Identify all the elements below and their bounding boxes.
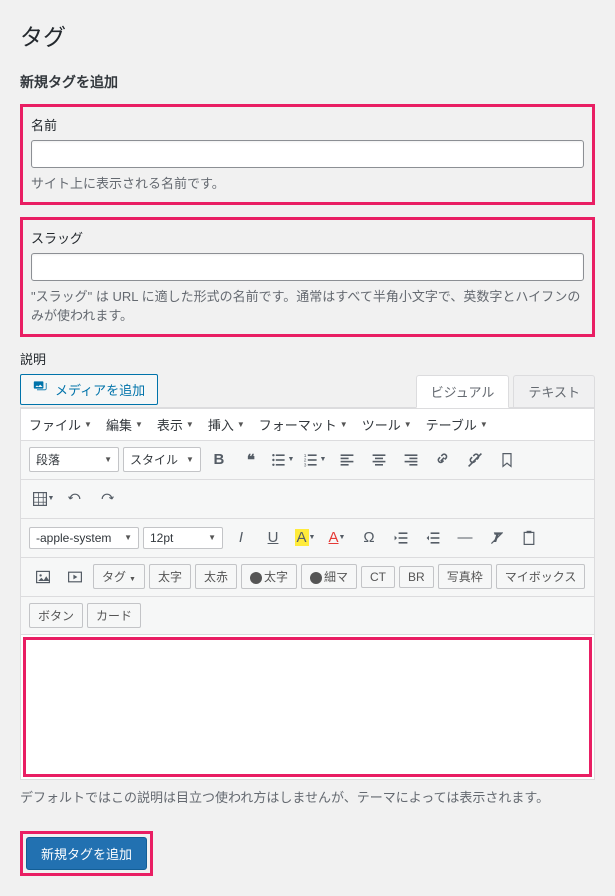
font-size-select[interactable]: 12pt [143, 527, 223, 549]
menu-tools[interactable]: ツール [362, 415, 412, 434]
ct-button[interactable]: CT [361, 566, 395, 588]
submit-button[interactable]: 新規タグを追加 [26, 837, 147, 870]
video-button[interactable] [61, 564, 89, 590]
bullet-list-button[interactable]: ▼ [269, 447, 297, 473]
toolbar-row-5: ボタン カード [21, 597, 594, 635]
red-bold-button[interactable]: 太赤 [195, 564, 237, 589]
bold-jp-button[interactable]: 太字 [149, 564, 191, 589]
card-button[interactable]: カード [87, 603, 141, 628]
clear-format-button[interactable] [483, 525, 511, 551]
menu-table[interactable]: テーブル [426, 415, 488, 434]
menu-view[interactable]: 表示 [157, 415, 194, 434]
undo-button[interactable] [61, 486, 89, 512]
tag-dropdown[interactable]: タグ [93, 564, 145, 589]
page-title: タグ [20, 18, 595, 52]
hr-button[interactable]: — [451, 525, 479, 551]
slug-desc: "スラッグ" は URL に適した形式の名前です。通常はすべて半角小文字で、英数… [31, 287, 584, 326]
mybox-button[interactable]: マイボックス [496, 564, 586, 589]
link-button[interactable] [429, 447, 457, 473]
slug-input[interactable] [31, 253, 584, 281]
menu-file[interactable]: ファイル [29, 415, 92, 434]
menu-edit[interactable]: 編集 [106, 415, 143, 434]
textcolor-button[interactable]: A▼ [323, 525, 351, 551]
bgcolor-button[interactable]: A▼ [291, 525, 319, 551]
add-media-button[interactable]: メディアを追加 [20, 374, 158, 405]
bold-button[interactable]: B [205, 447, 233, 473]
name-desc: サイト上に表示される名前です。 [31, 174, 584, 194]
form-title: 新規タグを追加 [20, 72, 595, 92]
tab-visual[interactable]: ビジュアル [416, 375, 510, 408]
submit-highlight: 新規タグを追加 [20, 831, 153, 876]
align-right-button[interactable] [397, 447, 425, 473]
photo-frame-button[interactable]: 写真枠 [438, 564, 492, 589]
editor-menubar: ファイル 編集 表示 挿入 フォーマット ツール テーブル [21, 409, 594, 441]
tab-text[interactable]: テキスト [513, 375, 595, 407]
br-button[interactable]: BR [399, 566, 434, 588]
svg-text:3: 3 [304, 462, 307, 468]
description-textarea[interactable] [23, 637, 592, 777]
toolbar-row-4: タグ 太字 太赤 太字 細マ CT BR 写真枠 マイボックス [21, 558, 594, 597]
toolbar-row-1: 段落 スタイル B ❝ ▼ 123 ▼ [21, 441, 594, 480]
numbered-list-button[interactable]: 123 ▼ [301, 447, 329, 473]
menu-insert[interactable]: 挿入 [208, 415, 245, 434]
bookmark-button[interactable] [493, 447, 521, 473]
image-button[interactable] [29, 564, 57, 590]
indent-button[interactable] [419, 525, 447, 551]
font-family-select[interactable]: -apple-system [29, 527, 139, 549]
description-field-group: 説明 メディアを追加 ビジュアル テキスト ファイル 編集 表示 挿入 フォーマ… [20, 349, 595, 808]
quote-button[interactable]: ❝ [237, 447, 265, 473]
align-center-button[interactable] [365, 447, 393, 473]
style-select[interactable]: スタイル [123, 447, 201, 472]
redo-button[interactable] [93, 486, 121, 512]
paste-button[interactable] [515, 525, 543, 551]
toolbar-row-2: ▼ [21, 480, 594, 519]
slug-field-group: スラッグ "スラッグ" は URL に適した形式の名前です。通常はすべて半角小文… [20, 217, 595, 337]
description-label: 説明 [20, 349, 595, 368]
name-field-group: 名前 サイト上に表示される名前です。 [20, 104, 595, 205]
slug-label: スラッグ [31, 228, 584, 247]
table-button[interactable]: ▼ [29, 486, 57, 512]
unlink-button[interactable] [461, 447, 489, 473]
align-left-button[interactable] [333, 447, 361, 473]
menu-format[interactable]: フォーマット [259, 415, 348, 434]
marker-thin-button[interactable]: 細マ [301, 564, 357, 589]
name-label: 名前 [31, 115, 584, 134]
italic-button[interactable]: I [227, 525, 255, 551]
marker-bold-button[interactable]: 太字 [241, 564, 297, 589]
name-input[interactable] [31, 140, 584, 168]
special-char-button[interactable]: Ω [355, 525, 383, 551]
editor-container: ファイル 編集 表示 挿入 フォーマット ツール テーブル 段落 スタイル B … [20, 408, 595, 780]
underline-button[interactable]: U [259, 525, 287, 551]
media-icon [33, 379, 49, 400]
format-select[interactable]: 段落 [29, 447, 119, 472]
button-button[interactable]: ボタン [29, 603, 83, 628]
toolbar-row-3: -apple-system 12pt I U A▼ A▼ Ω — [21, 519, 594, 558]
outdent-button[interactable] [387, 525, 415, 551]
description-desc: デフォルトではこの説明は目立つ使われ方はしませんが、テーマによっては表示されます… [20, 788, 595, 808]
